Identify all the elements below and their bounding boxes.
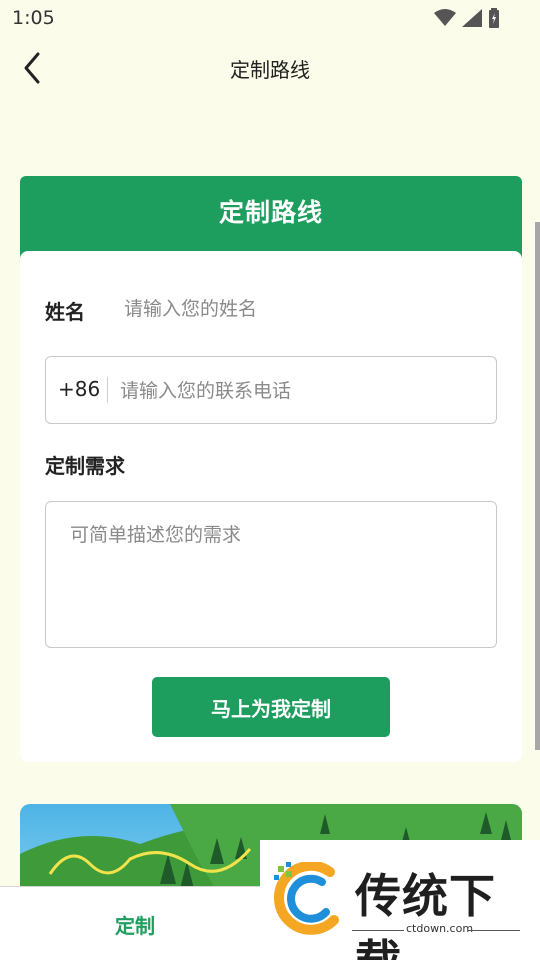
- watermark-rule-right: [468, 930, 520, 931]
- phone-divider: [107, 377, 108, 403]
- watermark-name: 传统下载: [355, 869, 496, 960]
- form-card-title: 定制路线: [218, 198, 323, 227]
- phone-field: +86: [45, 356, 497, 424]
- status-bar: 1:05: [0, 0, 540, 36]
- watermark-rule-left: [352, 930, 404, 931]
- phone-input[interactable]: [120, 374, 480, 408]
- page-title: 定制路线: [230, 58, 310, 82]
- requirement-textarea[interactable]: [45, 501, 497, 648]
- wifi-icon: [434, 9, 456, 26]
- status-icons: [434, 8, 500, 28]
- watermark-logo-icon: [274, 862, 339, 935]
- phone-country-code: +86: [58, 377, 101, 401]
- battery-icon: [489, 8, 499, 28]
- scrollbar[interactable]: [535, 222, 540, 750]
- name-label: 姓名: [45, 300, 85, 324]
- requirement-label: 定制需求: [45, 454, 125, 478]
- name-input[interactable]: [124, 292, 494, 326]
- form-card: 姓名 +86 定制需求 马上为我定制: [20, 251, 522, 762]
- submit-button[interactable]: 马上为我定制: [152, 677, 390, 737]
- watermark: 传统下载 ctdown.com: [260, 840, 540, 960]
- tab-custom[interactable]: 定制: [0, 887, 270, 960]
- watermark-url: ctdown.com: [406, 922, 474, 935]
- status-time: 1:05: [12, 7, 55, 29]
- signal-icon: [462, 9, 482, 27]
